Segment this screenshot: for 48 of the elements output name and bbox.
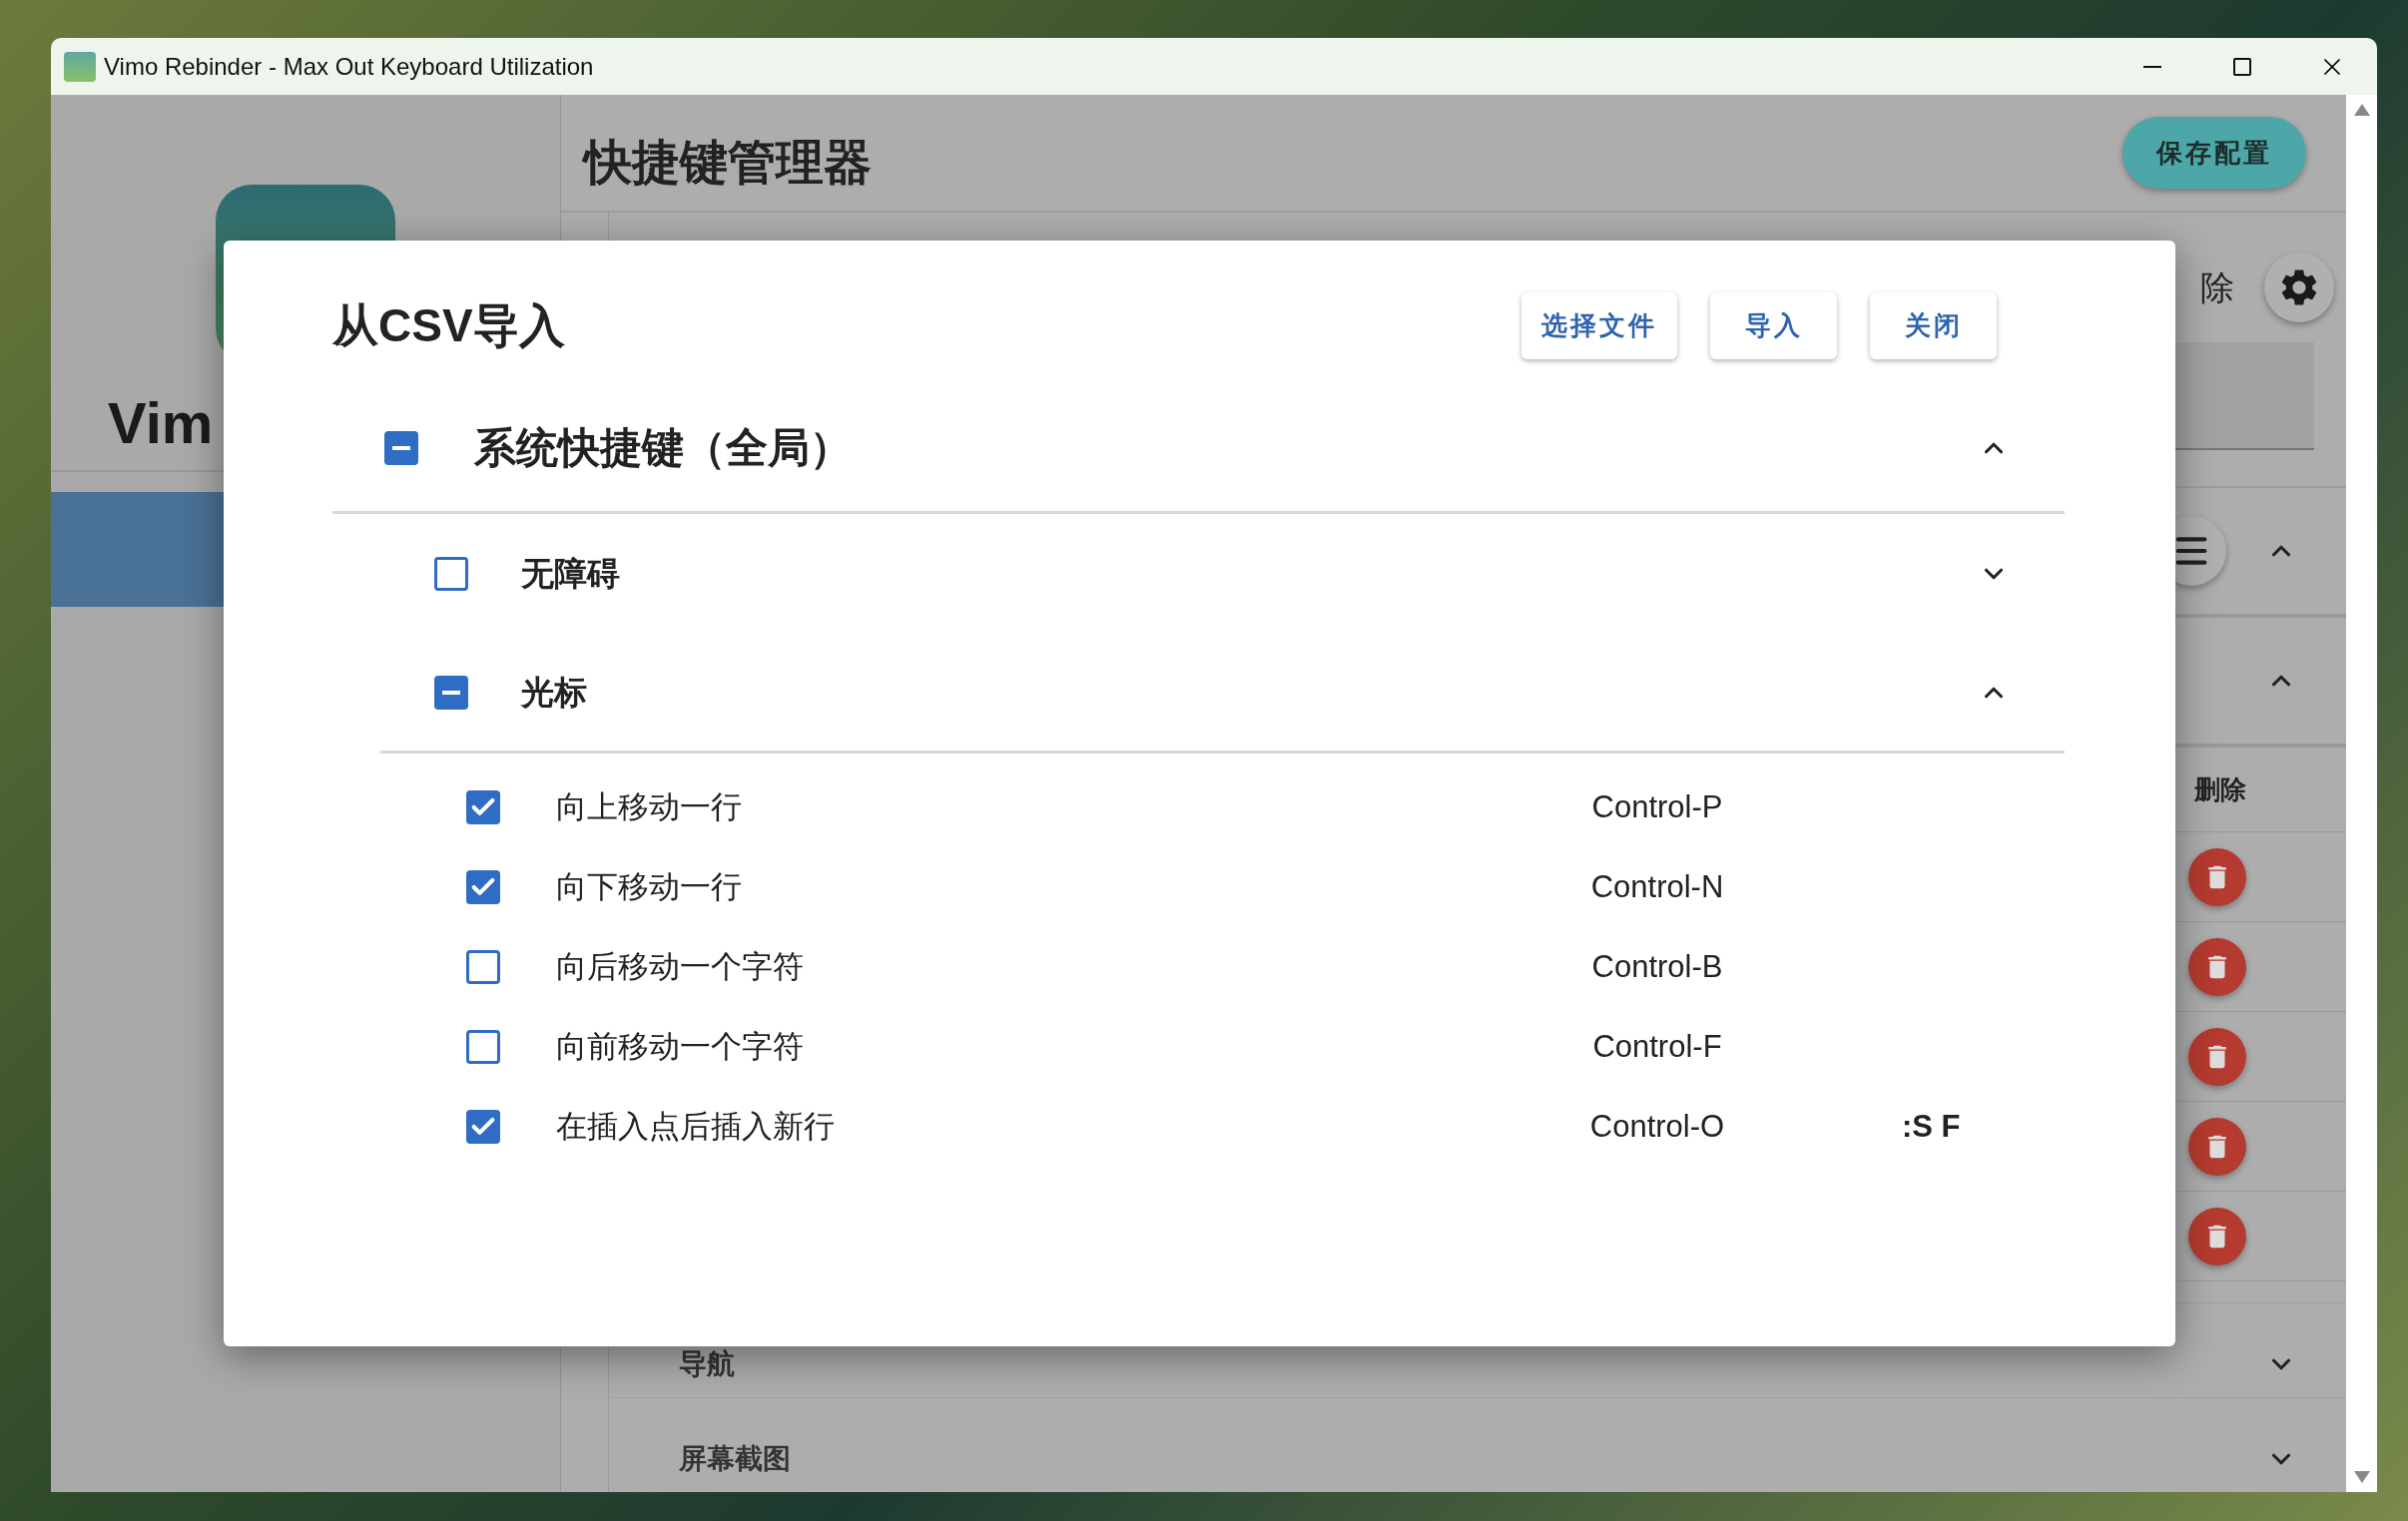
checkbox[interactable] <box>466 1110 500 1144</box>
shortcut-keys: Control-B <box>1572 943 1742 991</box>
shortcut-keys: Control-F <box>1572 1023 1742 1071</box>
delete-button[interactable] <box>2188 1207 2246 1266</box>
app-icon <box>64 51 96 82</box>
shortcut-name: 向上移动一行 <box>556 787 743 826</box>
app-name: Vim <box>108 394 214 457</box>
dialog-button[interactable]: 导入 <box>1710 292 1837 359</box>
checkbox[interactable] <box>434 675 468 710</box>
shortcut-name: 向前移动一个字符 <box>556 1027 805 1066</box>
dialog-button[interactable]: 选择文件 <box>1521 292 1677 359</box>
delete-button[interactable] <box>2188 937 2246 996</box>
delete-button[interactable] <box>2188 1117 2246 1176</box>
category-label[interactable]: 导航 <box>679 1343 735 1385</box>
save-button[interactable]: 保存配置 <box>2122 117 2306 189</box>
shortcut-name: 向下移动一行 <box>556 867 743 906</box>
checkbox[interactable] <box>466 870 500 904</box>
column-header: 删除 <box>2194 772 2246 806</box>
delete-label: 除 <box>2200 266 2234 308</box>
settings-button[interactable] <box>2264 253 2334 322</box>
group-label: 光标 <box>521 672 587 713</box>
page-title: 快捷键管理器 <box>584 135 872 191</box>
dialog-title: 从CSV导入 <box>332 298 565 353</box>
minimize-icon <box>2143 65 2161 68</box>
shortcut-name: 向后移动一个字符 <box>556 947 805 986</box>
checkbox[interactable] <box>384 430 418 465</box>
shortcut-keys: Control-N <box>1572 863 1742 911</box>
shortcut-keys: Control-O <box>1572 1103 1742 1151</box>
scroll-down-icon[interactable] <box>2352 1470 2371 1484</box>
shortcut-extra: :S F <box>1902 1107 1961 1146</box>
dialog-button[interactable]: 关闭 <box>1870 292 1997 359</box>
window-title: Vimo Rebinder - Max Out Keyboard Utilization <box>104 51 594 82</box>
delete-button[interactable] <box>2188 847 2246 906</box>
group-label: 无障碍 <box>521 554 620 595</box>
group-label: 系统快捷键（全局） <box>474 423 852 473</box>
checkbox[interactable] <box>466 950 500 984</box>
maximize-icon <box>2233 57 2251 76</box>
checkbox[interactable] <box>466 1030 500 1064</box>
delete-button[interactable] <box>2188 1027 2246 1086</box>
shortcut-keys: Control-P <box>1572 783 1742 831</box>
category-label[interactable]: 屏幕截图 <box>679 1438 791 1480</box>
checkbox[interactable] <box>434 557 468 591</box>
shortcut-name: 在插入点后插入新行 <box>556 1107 836 1146</box>
scrollbar[interactable] <box>2346 95 2377 1492</box>
checkbox[interactable] <box>466 790 500 824</box>
minus-icon <box>392 445 410 450</box>
scroll-up-icon[interactable] <box>2352 103 2371 117</box>
minus-icon <box>442 690 460 695</box>
